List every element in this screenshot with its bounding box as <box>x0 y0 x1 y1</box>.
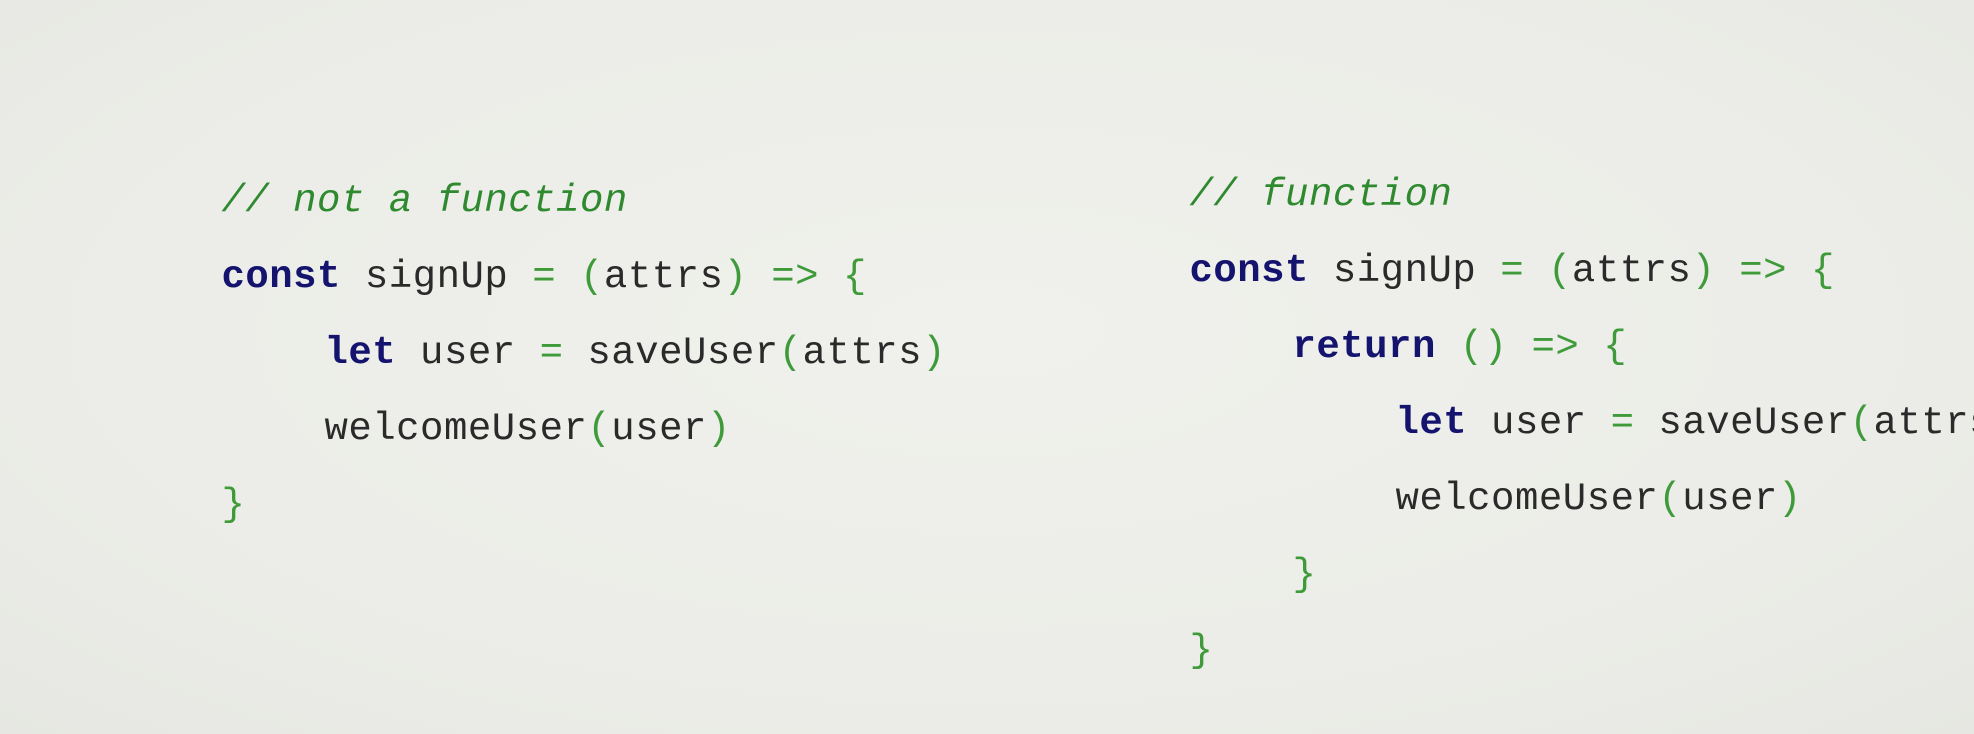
open-paren: ( <box>1849 401 1874 445</box>
code-line-welcome-user: welcomeUser(user) <box>1252 430 1802 521</box>
code-line-let-user: let user = saveUser(attrs) <box>181 284 946 375</box>
code-line-welcome-user: welcomeUser(user) <box>181 360 731 451</box>
arg-user: user <box>1682 477 1778 521</box>
code-line-return: return () => { <box>1149 278 1627 369</box>
arg-user: user <box>611 407 707 451</box>
code-block-not-a-function: // not a function const signUp = (attrs)… <box>78 132 945 527</box>
code-line-let-user: let user = saveUser(attrs) <box>1252 354 1974 445</box>
call-welcomeuser: welcomeUser <box>1395 477 1659 521</box>
code-line-declaration: const signUp = (attrs) => { <box>1046 202 1835 293</box>
code-comment-line: // not a function <box>78 132 628 223</box>
open-paren: ( <box>1658 477 1683 521</box>
code-line-declaration: const signUp = (attrs) => { <box>78 208 867 299</box>
code-line-close: } <box>78 436 245 527</box>
open-paren: ( <box>778 331 803 375</box>
code-block-function: // function const signUp = (attrs) => { … <box>1046 126 1974 673</box>
close-paren: ) <box>1777 477 1802 521</box>
close-paren: ) <box>1691 249 1716 293</box>
arg-attrs: attrs <box>1873 401 1974 445</box>
close-paren: ) <box>922 331 946 375</box>
close-brace: } <box>1189 629 1214 673</box>
code-line-inner-close: } <box>1149 506 1316 597</box>
arrow-operator: => <box>1715 249 1788 293</box>
close-brace: } <box>1292 553 1317 597</box>
code-comment-line: // function <box>1046 126 1452 217</box>
close-paren: ) <box>706 407 731 451</box>
open-paren: ( <box>587 407 612 451</box>
call-welcomeuser: welcomeUser <box>324 407 588 451</box>
slide: // not a function const signUp = (attrs)… <box>0 0 1974 734</box>
open-brace: { <box>1787 249 1835 293</box>
arg-attrs: attrs <box>802 331 923 375</box>
close-brace: } <box>221 483 246 527</box>
code-line-close: } <box>1046 582 1213 673</box>
